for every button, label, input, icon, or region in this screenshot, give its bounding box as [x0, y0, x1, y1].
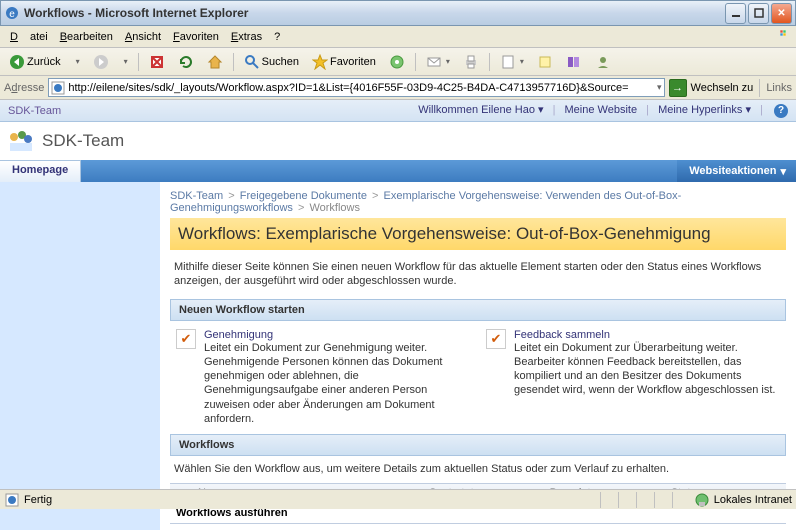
links-label[interactable]: Links — [766, 82, 792, 94]
back-dropdown[interactable] — [69, 54, 85, 69]
media-icon — [389, 54, 405, 70]
site-title[interactable]: SDK-Team — [42, 131, 124, 151]
workflow-option-approval[interactable]: ✔ Genehmigung Leitet ein Dokument zur Ge… — [176, 329, 470, 427]
maximize-button[interactable] — [748, 3, 769, 24]
back-button[interactable]: Zurück — [4, 51, 66, 73]
section-workflows: Workflows — [170, 434, 786, 456]
stop-button[interactable] — [144, 51, 170, 73]
research-icon — [566, 54, 582, 70]
help-icon[interactable]: ? — [774, 104, 788, 118]
approval-desc: Leitet ein Dokument zur Genehmigung weit… — [204, 341, 470, 427]
approval-title: Genehmigung — [204, 329, 470, 341]
status-bar: Fertig Lokales Intranet — [0, 489, 796, 509]
forward-dropdown[interactable] — [117, 54, 133, 69]
menu-extras[interactable]: Extras — [225, 29, 268, 45]
search-label: Suchen — [262, 56, 299, 68]
left-nav — [0, 182, 160, 530]
address-label: Adresse — [4, 82, 44, 94]
site-actions-menu[interactable]: Websiteaktionen▾ — [677, 160, 796, 182]
go-label[interactable]: Wechseln zu — [691, 82, 754, 94]
page-title: Workflows: Exemplarische Vorgehensweise:… — [170, 218, 786, 250]
page-description: Mithilfe dieser Seite können Sie einen n… — [170, 250, 786, 299]
window-titlebar: e Workflows - Microsoft Internet Explore… — [0, 0, 796, 26]
separator — [233, 53, 234, 71]
research-button[interactable] — [561, 51, 587, 73]
dropdown-icon[interactable]: ▾ — [657, 82, 662, 93]
forward-button[interactable] — [88, 51, 114, 73]
breadcrumb-current: Workflows — [309, 202, 360, 214]
zone-icon — [694, 492, 710, 508]
address-bar: Adresse http://eilene/sites/sdk/_layouts… — [0, 76, 796, 100]
stop-icon — [149, 54, 165, 70]
home-icon — [207, 54, 223, 70]
breadcrumb-link[interactable]: SDK-Team — [170, 190, 223, 202]
note-icon — [537, 54, 553, 70]
toolbar: Zurück Suchen Favoriten — [0, 48, 796, 76]
tab-homepage[interactable]: Homepage — [0, 160, 81, 182]
note-button[interactable] — [532, 51, 558, 73]
site-logo-icon — [8, 129, 34, 153]
minimize-button[interactable] — [725, 3, 746, 24]
url-text: http://eilene/sites/sdk/_layouts/Workflo… — [68, 82, 657, 94]
separator — [138, 53, 139, 71]
mysite-link[interactable]: Meine Website — [565, 104, 638, 116]
menu-view[interactable]: Ansicht — [119, 29, 167, 45]
site-path[interactable]: SDK-Team — [8, 105, 416, 117]
favorites-button[interactable]: Favoriten — [307, 51, 381, 73]
print-icon — [463, 54, 479, 70]
done-icon — [4, 492, 20, 508]
print-button[interactable] — [458, 51, 484, 73]
edit-button[interactable] — [495, 51, 529, 73]
feedback-title: Feedback sammeln — [514, 329, 780, 341]
sp-tabs: Homepage Websiteaktionen▾ — [0, 160, 796, 182]
mylinks-menu[interactable]: Meine Hyperlinks ▾ — [658, 104, 751, 116]
svg-text:e: e — [9, 9, 15, 20]
breadcrumb-link[interactable]: Freigegebene Dokumente — [240, 190, 367, 202]
refresh-button[interactable] — [173, 51, 199, 73]
sp-topnav: SDK-Team Willkommen Eilene Hao ▾ | Meine… — [0, 100, 796, 122]
go-button[interactable]: → — [669, 79, 687, 97]
menu-edit[interactable]: Bearbeiten — [54, 29, 119, 45]
home-button[interactable] — [202, 51, 228, 73]
star-icon — [312, 54, 328, 70]
ie-page-icon — [51, 81, 65, 95]
search-icon — [244, 54, 260, 70]
media-button[interactable] — [384, 51, 410, 73]
section-start-new: Neuen Workflow starten — [170, 299, 786, 321]
windows-flag-icon — [774, 28, 792, 46]
approval-icon: ✔ — [176, 329, 196, 349]
mail-icon — [426, 54, 442, 70]
zone-text: Lokales Intranet — [714, 494, 792, 506]
page-icon — [500, 54, 516, 70]
menu-file[interactable]: Datei — [4, 29, 54, 45]
back-label: Zurück — [27, 56, 61, 68]
mail-button[interactable] — [421, 51, 455, 73]
select-hint: Wählen Sie den Workflow aus, um weitere … — [170, 456, 786, 482]
separator — [489, 53, 490, 71]
messenger-icon — [595, 54, 611, 70]
welcome-menu[interactable]: Willkommen Eilene Hao ▾ — [418, 104, 543, 116]
search-button[interactable]: Suchen — [239, 51, 304, 73]
feedback-icon: ✔ — [486, 329, 506, 349]
separator — [759, 79, 760, 97]
site-header: SDK-Team — [0, 122, 796, 160]
window-title: Workflows - Microsoft Internet Explorer — [24, 6, 723, 20]
workflow-option-feedback[interactable]: ✔ Feedback sammeln Leitet ein Dokument z… — [486, 329, 780, 427]
menu-favorites[interactable]: Favoriten — [167, 29, 225, 45]
app-icon: e — [4, 5, 20, 21]
breadcrumb: SDK-Team > Freigegebene Dokumente > Exem… — [170, 188, 786, 218]
separator — [415, 53, 416, 71]
menu-bar: Datei Bearbeiten Ansicht Favoriten Extra… — [0, 26, 796, 48]
refresh-icon — [178, 54, 194, 70]
main-content: SDK-Team > Freigegebene Dokumente > Exem… — [160, 182, 796, 530]
messenger-button[interactable] — [590, 51, 616, 73]
feedback-desc: Leitet ein Dokument zur Überarbeitung we… — [514, 341, 780, 398]
menu-help[interactable]: ? — [268, 29, 286, 45]
close-button[interactable]: ✕ — [771, 3, 792, 24]
address-input[interactable]: http://eilene/sites/sdk/_layouts/Workflo… — [48, 78, 664, 97]
status-text: Fertig — [24, 494, 52, 506]
favorites-label: Favoriten — [330, 56, 376, 68]
back-icon — [9, 54, 25, 70]
forward-icon — [93, 54, 109, 70]
